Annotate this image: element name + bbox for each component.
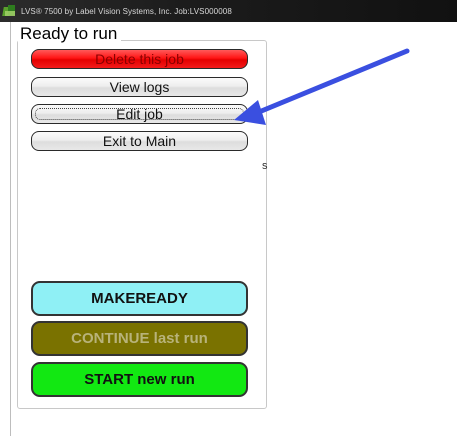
- annotation-arrow-icon: [234, 48, 410, 125]
- app-window: LVS® 7500 by Label Vision Systems, Inc. …: [0, 0, 457, 436]
